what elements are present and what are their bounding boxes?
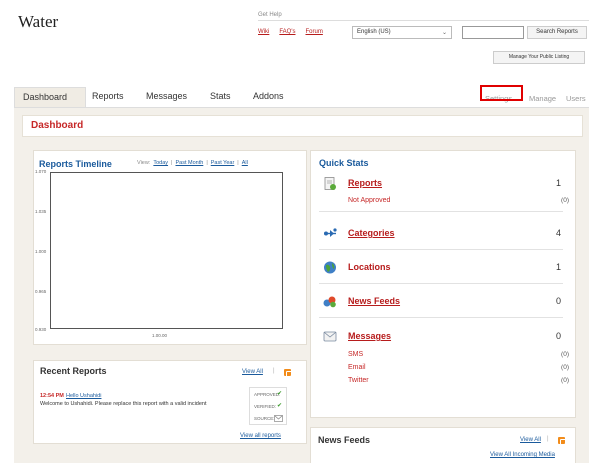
dashboard-panel: Dashboard Reports Timeline View: Today |…	[14, 107, 589, 463]
categories-count: 4	[555, 228, 561, 238]
ytick-label: 1.035	[35, 209, 47, 214]
view-separator: |	[206, 160, 208, 166]
view-all-reports-link[interactable]: View all reports	[240, 433, 281, 439]
reports-count: 1	[555, 178, 561, 188]
locations-count: 1	[555, 262, 561, 272]
check-icon: ✔	[276, 403, 282, 409]
xtick-label: 1.00.00	[152, 333, 168, 338]
quick-stats-divider	[319, 211, 563, 212]
twitter-count: (0)	[561, 377, 569, 384]
categories-icon	[324, 228, 337, 237]
reports-icon	[324, 177, 336, 190]
help-separator	[258, 20, 589, 21]
news-feeds-label[interactable]: News Feeds	[348, 296, 400, 306]
manage-public-listing-button[interactable]: Manage Your Public Listing	[493, 51, 585, 64]
report-time: 12:54 PM	[40, 393, 64, 399]
news-feeds-view-all[interactable]: View All	[520, 437, 541, 443]
quick-stat-categories[interactable]: Categories 4	[319, 227, 563, 243]
ytick-label: 0.965	[35, 289, 47, 294]
quick-stats-divider	[319, 249, 563, 250]
recent-reports-title: Recent Reports	[40, 366, 107, 376]
tab-addons[interactable]: Addons	[253, 91, 284, 101]
wiki-link[interactable]: Wiki	[258, 29, 269, 35]
not-approved-count: (0)	[561, 197, 569, 204]
quick-stats-divider	[319, 283, 563, 284]
rss-icon[interactable]	[284, 369, 292, 377]
sms-label[interactable]: SMS	[348, 351, 363, 358]
tab-dashboard[interactable]: Dashboard	[14, 87, 86, 107]
view-past-year-link[interactable]: Past Year	[211, 160, 235, 166]
quick-stat-reports[interactable]: Reports 1	[319, 177, 563, 193]
tab-reports[interactable]: Reports	[92, 91, 124, 101]
help-title: Get Help	[258, 12, 282, 18]
reports-label[interactable]: Reports	[348, 178, 382, 188]
messages-label[interactable]: Messages	[348, 331, 391, 341]
language-value: English (US)	[357, 29, 391, 35]
view-separator: |	[171, 160, 173, 166]
locations-label[interactable]: Locations	[348, 262, 391, 272]
email-source-icon	[274, 415, 283, 422]
search-input[interactable]	[462, 26, 524, 39]
search-reports-button[interactable]: Search Reports	[527, 26, 587, 39]
report-status-box: APPROVED: ✔ VERIFIED: ✔ SOURCE:	[249, 387, 287, 425]
ytick-label: 1.070	[35, 169, 47, 174]
chevron-down-icon: ⌄	[441, 30, 447, 36]
news-feeds-card: News Feeds View All | View All Incoming …	[310, 427, 576, 463]
quick-stats-divider	[319, 317, 563, 318]
twitter-label[interactable]: Twitter	[348, 377, 369, 384]
news-feeds-count: 0	[555, 296, 561, 306]
view-separator: |	[237, 160, 239, 166]
view-all-incoming-media-link[interactable]: View All Incoming Media	[490, 452, 555, 458]
quick-stat-messages[interactable]: Messages 0	[319, 330, 563, 346]
timeline-plot-area	[50, 172, 283, 329]
language-select[interactable]: English (US) ⌄	[352, 26, 452, 39]
messages-count: 0	[555, 331, 561, 341]
check-icon: ✔	[276, 391, 282, 397]
sms-count: (0)	[561, 351, 569, 358]
messages-icon	[323, 331, 337, 342]
view-past-month-link[interactable]: Past Month	[175, 160, 203, 166]
reports-timeline-card: Reports Timeline View: Today | Past Mont…	[33, 150, 307, 345]
recent-reports-card: Recent Reports View All | 12:54 PM Hello…	[33, 360, 307, 444]
quick-stats-title: Quick Stats	[319, 158, 369, 168]
view-all-separator: |	[273, 368, 275, 374]
view-today-link[interactable]: Today	[153, 160, 168, 166]
panel-title: Dashboard	[31, 120, 84, 131]
recent-reports-view-all[interactable]: View All	[242, 369, 263, 375]
globe-icon	[324, 261, 336, 274]
source-label: SOURCE:	[254, 416, 275, 421]
tab-stats[interactable]: Stats	[210, 91, 231, 101]
categories-label[interactable]: Categories	[348, 228, 395, 238]
news-feeds-title: News Feeds	[318, 435, 371, 445]
email-count: (0)	[561, 364, 569, 371]
help-box: Get Help Wiki FAQ's Forum	[258, 12, 589, 35]
site-title: Water	[18, 12, 59, 31]
quick-stat-locations[interactable]: Locations 1	[319, 261, 563, 277]
email-label[interactable]: Email	[348, 364, 366, 371]
rss-icon[interactable]	[558, 437, 566, 445]
settings-highlight-box	[480, 85, 523, 101]
faqs-link[interactable]: FAQ's	[279, 29, 295, 35]
report-description: Welcome to Ushahidi. Please replace this…	[40, 401, 207, 407]
timeline-view-links: View: Today | Past Month | Past Year | A…	[137, 160, 248, 166]
tab-users[interactable]: Users	[566, 94, 586, 103]
view-label: View:	[137, 160, 151, 166]
view-all-separator: |	[547, 436, 549, 442]
report-title-link[interactable]: Hello Ushahidi	[66, 393, 101, 399]
main-nav: Dashboard Reports Messages Stats Addons …	[14, 85, 589, 107]
verified-label: VERIFIED:	[254, 404, 277, 409]
tab-manage[interactable]: Manage	[529, 94, 556, 103]
view-all-link[interactable]: All	[242, 160, 248, 166]
quick-stat-news-feeds[interactable]: News Feeds 0	[319, 295, 563, 311]
help-links: Wiki FAQ's Forum	[258, 29, 348, 35]
ytick-label: 1.000	[35, 249, 47, 254]
ytick-label: 0.930	[35, 327, 47, 332]
not-approved-label[interactable]: Not Approved	[348, 197, 390, 204]
panel-title-bar: Dashboard	[22, 115, 583, 137]
tab-messages[interactable]: Messages	[146, 91, 187, 101]
timeline-title: Reports Timeline	[39, 159, 112, 169]
forum-link[interactable]: Forum	[306, 29, 323, 35]
news-feeds-icon	[323, 296, 336, 308]
quick-stats-card: Quick Stats Reports 1 Not Approved (0) C…	[310, 150, 576, 418]
